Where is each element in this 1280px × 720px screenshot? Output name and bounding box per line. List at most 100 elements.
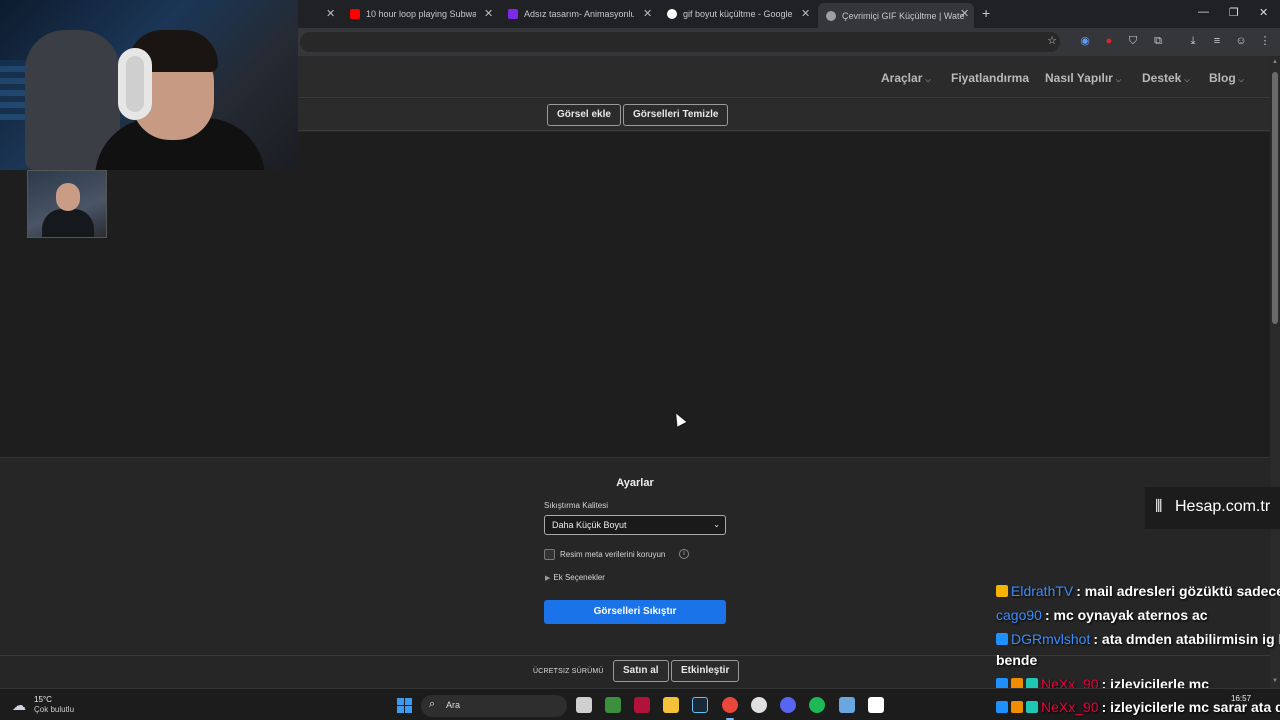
tab-active[interactable]: Çevrimiçi GIF Küçültme | Wate xyxy=(818,3,974,28)
chat-text: : izleyicilerle mc sarar ata dü xyxy=(1101,699,1280,715)
new-tab-button[interactable]: + xyxy=(982,5,990,21)
chat-text: : mail adresleri gözüktü sadece xyxy=(1076,583,1280,599)
chevron-down-icon: ⌄ xyxy=(713,520,720,529)
app-badge-icon[interactable] xyxy=(751,697,767,713)
chat-message: NeXx_90: izleyicilerle mc sarar ata dü xyxy=(996,699,1280,715)
chevron-down-icon: ⌵ xyxy=(1115,77,1122,84)
tab-close-icon[interactable]: ✕ xyxy=(484,7,493,21)
steam-icon[interactable] xyxy=(692,697,708,713)
windows-start-icon[interactable] xyxy=(397,698,412,713)
tab-close-icon[interactable]: ✕ xyxy=(801,7,810,21)
cloud-weather-icon[interactable]: ☁ xyxy=(12,697,26,714)
app-v-icon[interactable] xyxy=(634,697,650,713)
chat-username: cago90 xyxy=(996,607,1042,623)
triangle-right-icon: ▶ xyxy=(545,575,551,582)
address-bar[interactable] xyxy=(300,32,1060,52)
thumbnail-body xyxy=(42,209,94,237)
weather-description[interactable]: Çok bulutlu xyxy=(34,705,74,714)
more-options-label: Ek Seçenekler xyxy=(553,573,605,582)
chat-badge-icon xyxy=(1026,701,1038,713)
chat-username: NeXx_90 xyxy=(1041,699,1099,715)
spotify-icon[interactable] xyxy=(809,697,825,713)
discord-icon[interactable] xyxy=(780,697,796,713)
settings-title: Ayarlar xyxy=(616,477,654,489)
chat-badge-icon xyxy=(996,585,1008,597)
minimize-button[interactable]: — xyxy=(1198,6,1209,18)
tab-close-icon[interactable]: ✕ xyxy=(643,7,652,21)
uploaded-gif-thumbnail[interactable] xyxy=(27,170,107,238)
nav-support[interactable]: Destek ⌵ xyxy=(1142,71,1190,85)
file-explorer-icon[interactable] xyxy=(663,697,679,713)
chat-text: : mc oynayak aternos ac xyxy=(1044,607,1208,623)
info-icon[interactable]: i xyxy=(679,549,689,559)
tab-close-icon[interactable]: ✕ xyxy=(960,7,969,21)
clear-images-button[interactable]: Görselleri Temizle xyxy=(623,104,729,126)
extension-record-icon[interactable]: ● xyxy=(1102,34,1116,48)
quality-select[interactable]: Daha Küçük Boyut ⌄ xyxy=(544,515,726,535)
chat-message: DGRmvlshot: ata dmden atabilirmisin ig b xyxy=(996,631,1280,647)
tab-google[interactable]: gif boyut küçültme - Google'da xyxy=(667,4,793,24)
tab-label: 10 hour loop playing Subway S xyxy=(366,9,476,19)
activate-button[interactable]: Etkinleştir xyxy=(671,660,740,682)
extensions-puzzle-icon[interactable]: ⧉ xyxy=(1151,34,1165,48)
site-icon xyxy=(826,10,836,21)
media-controls-icon[interactable]: ≡ xyxy=(1210,34,1224,48)
chat-text: : ata dmden atabilirmisin ig b xyxy=(1093,631,1280,647)
chat-username: DGRmvlshot xyxy=(1011,631,1091,647)
chat-message: EldrathTV: mail adresleri gözüktü sadece xyxy=(996,583,1280,599)
profile-avatar-icon[interactable]: ☺ xyxy=(1234,34,1248,48)
taskbar-search[interactable]: ⌕ Ara xyxy=(421,695,567,717)
chat-text: bende xyxy=(996,652,1038,668)
add-images-button[interactable]: Görsel ekle xyxy=(547,104,621,126)
close-window-button[interactable]: ✕ xyxy=(1259,6,1268,19)
chrome-icon[interactable] xyxy=(722,697,738,713)
more-options-toggle[interactable]: ▶ Ek Seçenekler xyxy=(545,573,605,582)
menu-kebab-icon[interactable]: ⋮ xyxy=(1258,34,1272,48)
task-view-icon[interactable] xyxy=(576,697,592,713)
scroll-down-icon[interactable]: ▼ xyxy=(1271,678,1279,684)
scroll-up-icon[interactable]: ▲ xyxy=(1271,59,1279,65)
compress-images-button[interactable]: Görselleri Sıkıştır xyxy=(544,600,726,624)
capcut-icon[interactable] xyxy=(868,697,884,713)
minecraft-icon[interactable] xyxy=(605,697,621,713)
keep-metadata-label: Resim meta verilerini koruyun xyxy=(560,550,666,559)
chat-badge-icon xyxy=(1011,701,1023,713)
restore-button[interactable]: ❐ xyxy=(1229,6,1239,19)
nav-label: Araçlar xyxy=(881,71,923,85)
headphones-icon xyxy=(118,48,152,120)
chevron-down-icon: ⌵ xyxy=(1184,77,1190,84)
tab-canva[interactable]: Adsız tasarım- Animasyonlu So xyxy=(508,4,634,24)
bookmark-star-icon[interactable]: ☆ xyxy=(1045,34,1059,48)
nav-blog[interactable]: Blog ⌵ xyxy=(1209,71,1244,85)
google-icon xyxy=(667,9,677,19)
chat-badge-icon xyxy=(996,633,1008,645)
nav-label: Destek xyxy=(1142,71,1182,85)
weather-temperature[interactable]: 15°C xyxy=(34,695,52,704)
webcam-overlay xyxy=(0,0,298,170)
settings-panel: Ayarlar Sıkıştırma Kalitesi Daha Küçük B… xyxy=(0,457,1270,655)
chat-badge-icon xyxy=(996,701,1008,713)
settings-app-icon[interactable] xyxy=(839,697,855,713)
search-icon: ⌕ xyxy=(429,698,436,710)
nav-pricing[interactable]: Fiyatlandırma xyxy=(951,71,1029,85)
keep-metadata-checkbox[interactable] xyxy=(544,549,555,560)
tab-close-icon[interactable]: ✕ xyxy=(326,7,335,21)
buy-button[interactable]: Satın al xyxy=(613,660,669,682)
chat-message: cago90: mc oynayak aternos ac xyxy=(996,607,1208,623)
extension-shield-icon[interactable]: ⛉ xyxy=(1126,34,1140,48)
nav-how-to[interactable]: Nasıl Yapılır ⌵ xyxy=(1045,71,1121,85)
free-version-label: ÜCRETSIZ SÜRÜMÜ xyxy=(533,668,604,675)
tab-label: Adsız tasarım- Animasyonlu So xyxy=(524,9,634,19)
hesap-logo-icon: ⦀ xyxy=(1155,497,1163,516)
thumbnail-face xyxy=(56,183,80,211)
tab-youtube[interactable]: 10 hour loop playing Subway S xyxy=(350,4,476,24)
hesap-logo-text: Hesap.com.tr xyxy=(1175,498,1271,515)
image-drop-zone[interactable] xyxy=(0,132,1270,457)
search-placeholder: Ara xyxy=(446,700,461,710)
scrollbar-thumb[interactable] xyxy=(1272,72,1278,324)
chevron-down-icon: ⌵ xyxy=(925,77,931,84)
nav-tools[interactable]: Araçlar ⌵ xyxy=(881,71,931,85)
download-icon[interactable]: ⤓ xyxy=(1186,34,1200,48)
chat-message-continued: bende xyxy=(996,652,1037,668)
extension-audio-icon[interactable]: ◉ xyxy=(1078,34,1092,48)
